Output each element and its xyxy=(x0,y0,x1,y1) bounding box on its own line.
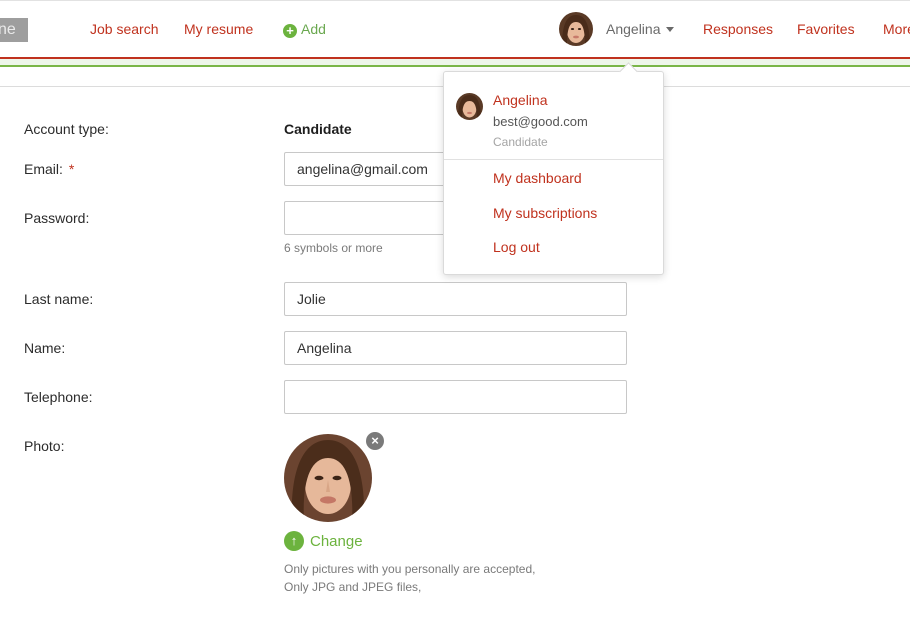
user-dropdown-menu: Angelina best@good.com Candidate My dash… xyxy=(443,62,664,275)
plus-circle-icon: + xyxy=(283,24,297,38)
account-type-value: Candidate xyxy=(284,121,352,137)
dropdown-user-email: best@good.com xyxy=(493,114,588,129)
nav-responses[interactable]: Responses xyxy=(703,21,773,37)
last-name-field[interactable]: Jolie xyxy=(284,282,627,316)
photo-note-1: Only pictures with you personally are ac… xyxy=(284,562,536,576)
header-green-line xyxy=(0,65,910,67)
dropdown-user-role: Candidate xyxy=(493,135,548,149)
email-field-value: angelina@gmail.com xyxy=(297,161,428,177)
password-hint: 6 symbols or more xyxy=(284,241,383,255)
menu-item-my-dashboard[interactable]: My dashboard xyxy=(493,170,582,186)
dropdown-avatar xyxy=(456,93,483,120)
name-field[interactable]: Angelina xyxy=(284,331,627,365)
profile-photo xyxy=(284,434,372,522)
photo-label: Photo: xyxy=(24,438,65,454)
change-photo-label: Change xyxy=(310,532,363,550)
caret-down-icon xyxy=(665,27,674,32)
remove-photo-button[interactable]: × xyxy=(366,432,384,450)
user-avatar[interactable] xyxy=(559,12,593,46)
required-mark: * xyxy=(68,161,75,177)
nav-job-search[interactable]: Job search xyxy=(90,21,158,37)
email-label: Email: * xyxy=(24,161,74,177)
dropdown-user-name[interactable]: Angelina xyxy=(493,92,548,108)
top-navigation-bar: ne Job search My resume + Add Angelina Re… xyxy=(0,0,910,58)
user-menu-toggle[interactable]: Angelina xyxy=(606,21,674,37)
user-name-label: Angelina xyxy=(606,21,661,37)
telephone-field[interactable] xyxy=(284,380,627,414)
last-name-field-value: Jolie xyxy=(297,291,326,307)
email-label-text: Email: xyxy=(24,161,63,177)
nav-my-resume[interactable]: My resume xyxy=(184,21,253,37)
close-icon: × xyxy=(371,433,379,448)
nav-add[interactable]: + Add xyxy=(283,21,326,38)
password-label: Password: xyxy=(24,210,90,226)
last-name-label: Last name: xyxy=(24,291,94,307)
nav-favorites[interactable]: Favorites xyxy=(797,21,855,37)
site-logo[interactable]: ne xyxy=(0,18,28,42)
dropdown-divider xyxy=(444,159,663,160)
menu-item-my-subscriptions[interactable]: My subscriptions xyxy=(493,205,597,221)
account-type-label: Account type: xyxy=(24,121,109,137)
name-field-value: Angelina xyxy=(297,340,352,356)
photo-note-2: Only JPG and JPEG files, xyxy=(284,580,422,594)
nav-more[interactable]: More xyxy=(883,21,910,37)
menu-item-log-out[interactable]: Log out xyxy=(493,239,540,255)
telephone-label: Telephone: xyxy=(24,389,93,405)
name-label: Name: xyxy=(24,340,66,356)
change-photo-button[interactable]: ↑ Change xyxy=(284,531,363,553)
nav-add-label: Add xyxy=(301,21,326,37)
upload-arrow-icon: ↑ xyxy=(284,531,304,551)
